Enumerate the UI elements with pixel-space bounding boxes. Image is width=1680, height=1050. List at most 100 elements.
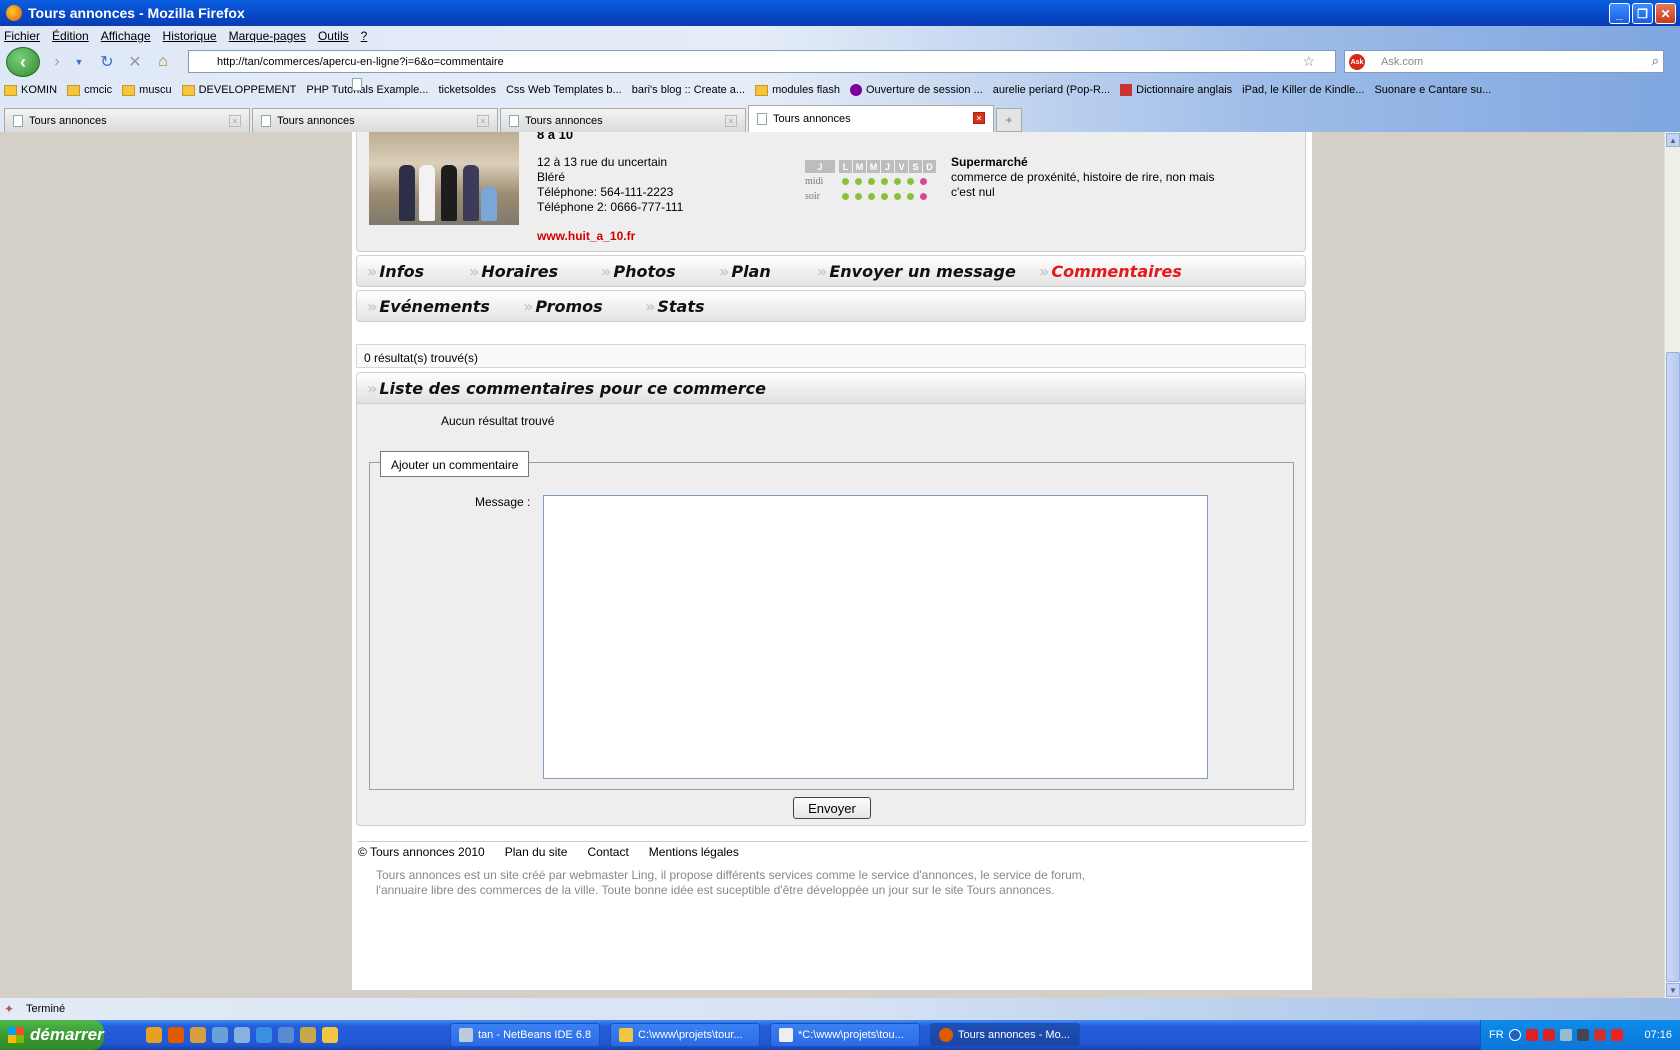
tray-icon[interactable]	[1508, 1029, 1521, 1041]
bookmark-label: PHP Tutorials Example...	[306, 84, 429, 96]
tab-commentaires[interactable]: » Commentaires	[1039, 262, 1182, 281]
close-tab-icon[interactable]: ✕	[725, 115, 737, 127]
vertical-scrollbar[interactable]: ▲ ▼	[1664, 132, 1680, 998]
menu-historique[interactable]: Historique	[163, 29, 217, 43]
tray-icon[interactable]	[1610, 1029, 1623, 1041]
bookmark-item[interactable]: Css Web Templates b...	[352, 78, 622, 96]
bookmark-item[interactable]: cmcic	[67, 84, 112, 96]
search-icon[interactable]: ⌕	[1652, 53, 1659, 69]
taskbar-item[interactable]: *C:\www\projets\tou...	[770, 1023, 920, 1047]
envoyer-button[interactable]: Envoyer	[793, 797, 871, 819]
dropdown-arrow-icon[interactable]: ▼	[68, 51, 90, 73]
close-tab-icon[interactable]: ✕	[973, 112, 985, 124]
page-icon	[13, 114, 23, 127]
minimize-button[interactable]: _	[1609, 3, 1630, 24]
page-viewport: 8 à 10 12 à 13 rue du uncertain Bléré Té…	[0, 132, 1664, 998]
bookmark-item[interactable]: aurelie periard (Pop-R...	[352, 78, 1110, 96]
search-box[interactable]: Ask Ask.com ⌕	[1344, 50, 1664, 73]
tab-evenements[interactable]: » Evénements	[367, 297, 490, 316]
bookmark-item[interactable]: PHP Tutorials Example...	[306, 78, 429, 96]
comments-list-body: Aucun résultat trouvé Ajouter un comment…	[356, 404, 1306, 826]
quicklaunch-icon[interactable]	[234, 1027, 250, 1043]
quicklaunch-icon[interactable]	[278, 1027, 294, 1043]
back-button[interactable]: ‹	[6, 47, 40, 77]
menu-edition[interactable]: Édition	[52, 29, 89, 43]
maximize-button[interactable]: ❐	[1632, 3, 1653, 24]
scrollbar-thumb[interactable]	[1666, 352, 1680, 982]
close-window-button[interactable]: ✕	[1655, 3, 1676, 24]
footer-link-plan[interactable]: Plan du site	[505, 845, 568, 859]
folder-icon[interactable]	[322, 1027, 338, 1043]
url-bar[interactable]: http://tan/commerces/apercu-en-ligne?i=6…	[188, 50, 1336, 73]
taskbar-item[interactable]: tan - NetBeans IDE 6.8	[450, 1023, 600, 1047]
ask-logo-icon[interactable]: Ask	[1349, 54, 1365, 70]
nav-label: Promos	[535, 297, 603, 316]
menu-help[interactable]: ?	[361, 29, 368, 43]
bookmark-item[interactable]: KOMIN	[4, 84, 57, 96]
yahoo-icon	[849, 84, 862, 96]
reload-icon[interactable]: ↻	[96, 51, 118, 73]
ati-icon[interactable]	[1525, 1029, 1538, 1041]
menu-fichier[interactable]: Fichier	[4, 29, 40, 43]
shop-address-block: 12 à 13 rue du uncertain Bléré Téléphone…	[537, 155, 683, 215]
stop-icon[interactable]: ✕	[124, 51, 146, 73]
tab-envoyer-message[interactable]: » Envoyer un message	[817, 262, 1016, 281]
footer-link-contact[interactable]: Contact	[587, 845, 628, 859]
quicklaunch-icon[interactable]	[190, 1027, 206, 1043]
scroll-up-icon[interactable]: ▲	[1666, 133, 1680, 147]
quicklaunch-icon[interactable]	[146, 1027, 162, 1043]
browser-tab[interactable]: Tours annonces ✕	[4, 108, 250, 132]
open-dot	[894, 178, 901, 185]
bookmark-item[interactable]: DEVELOPPEMENT	[181, 84, 296, 96]
person-figure	[399, 165, 415, 221]
home-icon[interactable]: ⌂	[152, 51, 174, 73]
bookmark-label: iPad, le Killer de Kindle...	[1242, 84, 1365, 96]
start-button[interactable]: démarrer	[0, 1020, 104, 1050]
person-figure	[441, 165, 457, 221]
browser-tab-active[interactable]: Tours annonces ✕	[748, 105, 994, 132]
browser-tab[interactable]: Tours annonces ✕	[500, 108, 746, 132]
close-tab-icon[interactable]: ✕	[477, 115, 489, 127]
firefox-icon[interactable]	[168, 1027, 184, 1043]
nav-label: Envoyer un message	[829, 262, 1016, 281]
footer-link-mentions[interactable]: Mentions légales	[649, 845, 739, 859]
tab-plan[interactable]: » Plan	[719, 262, 771, 281]
tab-photos[interactable]: » Photos	[601, 262, 676, 281]
shop-website-link[interactable]: www.huit_a_10.fr	[537, 229, 635, 243]
bookmark-item[interactable]: Dictionnaire anglais	[1120, 84, 1232, 96]
scroll-down-icon[interactable]: ▼	[1666, 983, 1680, 997]
ati-icon[interactable]	[1542, 1029, 1555, 1041]
language-indicator[interactable]: FR	[1489, 1029, 1504, 1041]
new-tab-button[interactable]: +	[996, 108, 1022, 132]
quicklaunch-icon[interactable]	[212, 1027, 228, 1043]
tray-icon[interactable]	[1559, 1029, 1572, 1041]
bookmark-item[interactable]: iPad, le Killer de Kindle...	[352, 78, 1365, 96]
shield-icon[interactable]	[1576, 1029, 1589, 1041]
ie-icon[interactable]	[256, 1027, 272, 1043]
bookmark-star-icon[interactable]: ☆	[1302, 53, 1315, 70]
bookmark-item[interactable]: bari's blog :: Create a...	[352, 78, 745, 96]
menu-marque-pages[interactable]: Marque-pages	[229, 29, 306, 43]
tab-promos[interactable]: » Promos	[523, 297, 603, 316]
bookmark-item[interactable]: Suonare e Cantare su...	[352, 78, 1491, 96]
tab-infos[interactable]: » Infos	[367, 262, 424, 281]
quicklaunch-icon[interactable]	[300, 1027, 316, 1043]
menu-affichage[interactable]: Affichage	[101, 29, 151, 43]
bookmark-item[interactable]: muscu	[122, 84, 172, 96]
close-tab-icon[interactable]: ✕	[229, 115, 241, 127]
menu-outils[interactable]: Outils	[318, 29, 349, 43]
taskbar-item-active[interactable]: Tours annonces - Mo...	[930, 1023, 1080, 1047]
taskbar-item[interactable]: C:\www\projets\tour...	[610, 1023, 760, 1047]
bookmark-item[interactable]: modules flash	[755, 84, 840, 96]
browser-tab[interactable]: Tours annonces ✕	[252, 108, 498, 132]
bookmark-item[interactable]: Ouverture de session ...	[849, 84, 983, 96]
forward-button[interactable]: ›	[46, 51, 68, 73]
antivirus-icon[interactable]	[1593, 1029, 1606, 1041]
bookmark-item[interactable]: ticketsoldes	[352, 78, 496, 96]
status-icon: ✦	[4, 1002, 15, 1016]
message-textarea[interactable]	[543, 495, 1208, 779]
open-dot	[894, 193, 901, 200]
tab-horaires[interactable]: » Horaires	[469, 262, 558, 281]
chevron-icon: »	[1039, 262, 1050, 281]
tab-stats[interactable]: » Stats	[645, 297, 704, 316]
